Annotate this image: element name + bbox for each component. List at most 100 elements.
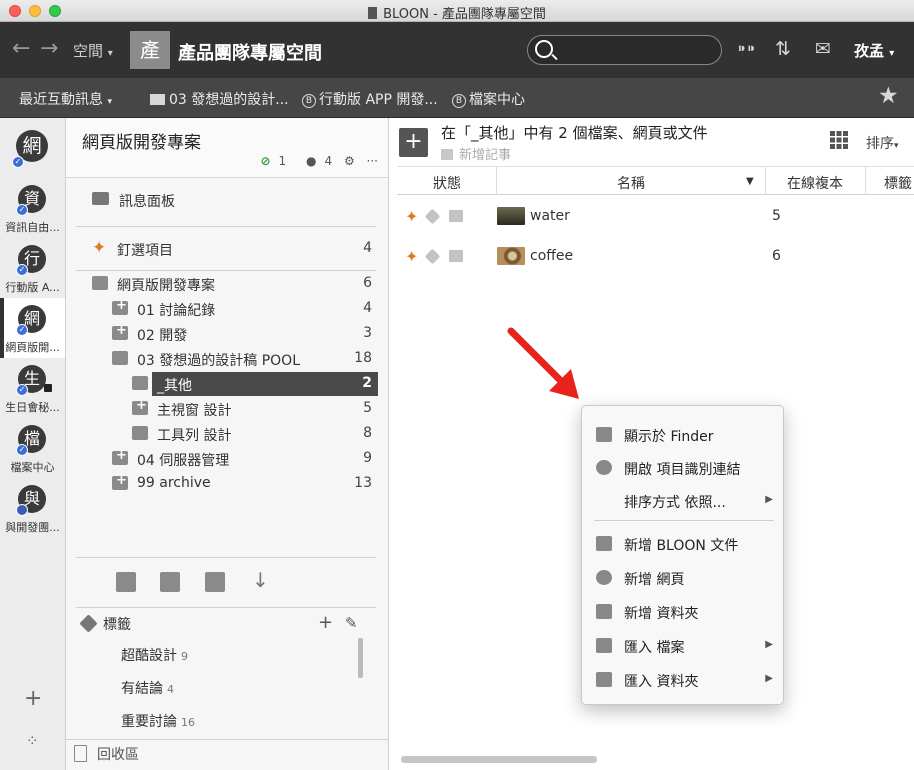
folder-icon — [132, 376, 148, 390]
menu-item-show-in-finder[interactable]: 顯示於 Finder — [582, 419, 783, 449]
column-tags[interactable]: 標籤 — [884, 173, 912, 193]
mail-icon[interactable]: ✉ — [815, 38, 831, 60]
fav-design-folder[interactable]: 03 發想過的設計... — [150, 89, 289, 109]
table-header: 狀態 名稱 ▼ 在線複本 標籤 — [397, 166, 914, 195]
file-name: water — [530, 208, 570, 224]
table-row[interactable]: ✦ water 5 — [397, 198, 914, 238]
tree-count: 18 — [354, 350, 372, 366]
tree-item-message-board[interactable]: 訊息面板 — [76, 188, 378, 212]
divider — [66, 739, 388, 740]
tree-item-folder[interactable]: 主視窗 設計 5 — [76, 397, 378, 421]
tree-item-root[interactable]: 網頁版開發專案 6 — [76, 272, 378, 296]
trash-item[interactable]: 回收區 — [74, 744, 139, 764]
menu-item-new-document[interactable]: 新增 BLOON 文件 — [582, 528, 783, 558]
fav-label: 最近互動訊息 — [19, 92, 103, 108]
forward-arrow-icon[interactable]: → — [40, 36, 58, 61]
back-arrow-icon[interactable]: ← — [12, 36, 30, 61]
fav-file-center[interactable]: B 檔案中心 — [452, 89, 525, 109]
edit-tag-icon[interactable]: ✎ — [345, 614, 358, 632]
menu-item-new-folder[interactable]: 新增 資料夾 — [582, 596, 783, 626]
menu-item-new-webpage[interactable]: 新增 網頁 — [582, 562, 783, 592]
add-project-icon[interactable]: + — [24, 686, 42, 711]
menu-item-import-folder[interactable]: 匯入 資料夾 ▶ — [582, 664, 783, 694]
tag-item[interactable]: 重要討論 16 — [121, 711, 195, 731]
sort-label: 排序 — [866, 136, 894, 152]
column-name[interactable]: 名稱 — [617, 173, 645, 193]
file-thumbnail — [497, 247, 525, 265]
grid-view-icon[interactable] — [830, 131, 848, 149]
user-menu[interactable]: 孜孟 ▾ — [854, 40, 894, 61]
sort-desc-icon[interactable]: ▼ — [746, 176, 754, 187]
project-title: 網頁版開發專案 — [82, 133, 201, 153]
more-options-icon[interactable]: ··· — [367, 154, 378, 168]
column-copies[interactable]: 在線複本 — [787, 173, 843, 193]
submenu-arrow-icon: ▶ — [765, 639, 773, 650]
folder-view-icon[interactable] — [160, 572, 180, 592]
new-note-button[interactable]: 新增記事 — [441, 144, 511, 163]
tree-item-pinned[interactable]: ✦ 釘選項目 4 — [76, 237, 378, 261]
tag-icon[interactable] — [424, 248, 441, 265]
settings-gear-icon[interactable]: ⚙ — [344, 154, 355, 168]
menu-item-import-file[interactable]: 匯入 檔案 ▶ — [582, 630, 783, 660]
add-button[interactable]: + — [399, 128, 428, 157]
globe-icon — [596, 570, 612, 585]
project-rail: 網 ✓ 資 ✓ 資訊自由... 行 ✓ 行動版 A... 網 ✓ 網頁版開...… — [0, 118, 66, 770]
tags-heading-text: 標籤 — [103, 617, 131, 633]
message-board-icon — [92, 192, 109, 205]
tags-scrollbar[interactable] — [358, 638, 363, 678]
check-icon: ✓ — [12, 156, 24, 168]
column-divider[interactable] — [496, 167, 497, 195]
column-status[interactable]: 狀態 — [433, 173, 461, 193]
rail-item-1[interactable]: 資 ✓ 資訊自由... — [0, 178, 65, 238]
menu-item-sort-by[interactable]: 排序方式 依照... ▶ — [582, 485, 783, 515]
sync-arrows-icon[interactable]: ⇅ — [775, 38, 791, 60]
tree-item-folder[interactable]: 99 archive 13 — [76, 472, 378, 496]
tree-item-folder-selected[interactable]: _其他 2 — [132, 372, 378, 396]
sort-dropdown[interactable]: 排序▾ — [866, 133, 899, 153]
pin-icon[interactable]: ✦ — [405, 207, 418, 226]
grid-view-icon[interactable] — [116, 572, 136, 592]
column-divider[interactable] — [865, 167, 866, 195]
folder-plus-icon — [112, 323, 128, 340]
notes-icon[interactable] — [205, 572, 225, 592]
search-input[interactable] — [527, 35, 722, 65]
window-title-text: BLOON - 產品團隊專屬空間 — [383, 7, 546, 22]
recent-messages-dropdown[interactable]: 最近互動訊息 ▾ — [19, 89, 112, 109]
rail-item-3[interactable]: 網 ✓ 網頁版開... — [0, 298, 65, 358]
tag-icon[interactable] — [424, 208, 441, 225]
column-divider[interactable] — [765, 167, 766, 195]
note-icon — [441, 149, 453, 160]
tree-item-folder[interactable]: 02 開發 3 — [76, 322, 378, 346]
note-icon[interactable] — [449, 210, 463, 222]
tag-item[interactable]: 有結論 4 — [121, 678, 174, 698]
table-row[interactable]: ✦ coffee 6 — [397, 238, 914, 278]
horizontal-scrollbar[interactable] — [401, 756, 597, 763]
rail-item-6[interactable]: 與 與開發團... — [0, 478, 65, 538]
pin-icon[interactable]: ✦ — [405, 247, 418, 266]
star-icon[interactable]: ★ — [878, 83, 899, 109]
space-dropdown[interactable]: 空間 ▾ — [73, 40, 113, 61]
download-arrow-icon[interactable]: ↓ — [252, 568, 269, 592]
tree-item-folder[interactable]: 工具列 設計 8 — [76, 422, 378, 446]
rail-current-project[interactable]: 網 ✓ — [0, 118, 65, 178]
rail-item-4[interactable]: 生 ✓ 生日會秘... — [0, 358, 65, 418]
rail-label: 與開發團... — [5, 521, 60, 534]
project-links[interactable]: ⊘ 1 — [252, 154, 286, 168]
rail-item-2[interactable]: 行 ✓ 行動版 A... — [0, 238, 65, 298]
tree-item-folder[interactable]: 04 伺服器管理 9 — [76, 447, 378, 471]
add-tag-icon[interactable]: + — [318, 612, 333, 633]
menu-item-open-link[interactable]: 開啟 項目識別連結 — [582, 452, 783, 482]
tree-item-folder[interactable]: 03 發想過的設計稿 POOL 18 — [76, 347, 378, 371]
fav-mobile-app[interactable]: B 行動版 APP 開發... — [302, 89, 438, 109]
tag-item[interactable]: 超酷設計 9 — [121, 645, 188, 665]
note-icon[interactable] — [449, 250, 463, 262]
project-sidebar: 網頁版開發專案 ⊘ 1 ● 4 ⚙ ··· 訊息面板 ✦ 釘選項目 4 網頁版開發專… — [66, 118, 389, 770]
folder-plus-icon — [596, 604, 612, 619]
bloon-b-icon: B — [452, 94, 466, 108]
footprints-icon[interactable]: ⁍⁍ — [737, 38, 756, 60]
apps-grid-icon[interactable]: ⁘ — [26, 732, 39, 750]
rail-item-5[interactable]: 檔 ✓ 檔案中心 — [0, 418, 65, 478]
tree-count: 3 — [363, 325, 372, 341]
tree-item-folder[interactable]: 01 討論紀錄 4 — [76, 297, 378, 321]
project-members[interactable]: ● 4 — [298, 154, 332, 168]
